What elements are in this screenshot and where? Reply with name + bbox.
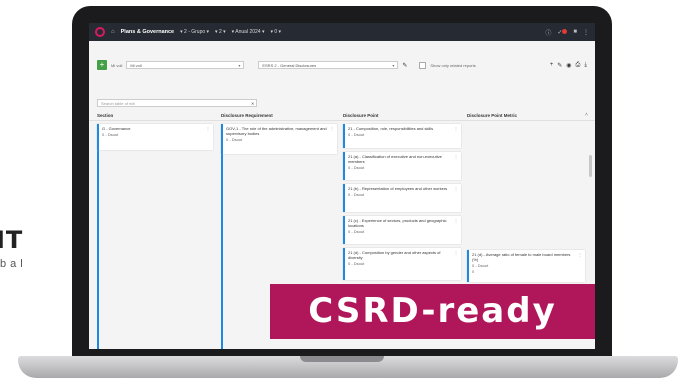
user-menu-icon[interactable]: ⋮ bbox=[583, 29, 589, 36]
edit-filter-icon[interactable]: ✎ bbox=[402, 62, 407, 69]
metric-status: 0 - Dsout bbox=[472, 263, 489, 268]
module-title[interactable]: Plans & Governance bbox=[121, 29, 175, 35]
point-title: 21 (c) - Experience of sectors, products… bbox=[348, 218, 447, 228]
more-options-icon[interactable]: ⋮ bbox=[330, 126, 334, 131]
requirement-card[interactable]: GOV-1 - The role of the administrative, … bbox=[221, 124, 337, 154]
unit-label: Mi voll bbox=[111, 62, 123, 68]
point-status: 0 - Dsout bbox=[348, 165, 365, 170]
more-options-icon[interactable]: ⋮ bbox=[454, 218, 458, 223]
unit-select[interactable]: Mi voll ▾ bbox=[126, 61, 245, 69]
point-title: 21 (d) - Composition by gender and other… bbox=[348, 250, 441, 260]
period-filter[interactable]: ▾ Anual 2024 ▾ bbox=[232, 29, 265, 35]
disclosure-point-card[interactable]: 21 - Composition, role, responsibilities… bbox=[343, 124, 461, 148]
standard-select-value: ESRS 2 - General Disclosures bbox=[262, 63, 317, 68]
column-header-section: Section bbox=[97, 113, 114, 118]
app-logo-icon[interactable] bbox=[95, 27, 105, 37]
home-icon[interactable]: ⌂ bbox=[111, 29, 115, 35]
language-flag-icon[interactable]: ■ bbox=[573, 29, 577, 35]
metric-title: 21 (d) - Average ratio of female to male… bbox=[472, 252, 571, 262]
header-divider bbox=[89, 120, 595, 121]
point-title: 21 (a) - Classification of executive and… bbox=[348, 154, 442, 164]
print-icon[interactable]: ⎙ bbox=[576, 62, 581, 69]
chevron-down-icon: ▾ bbox=[238, 63, 241, 68]
point-status: 0 - Dsout bbox=[348, 192, 365, 197]
search-input[interactable]: Search table of edt bbox=[97, 99, 257, 107]
close-icon[interactable]: ✕ bbox=[251, 101, 254, 106]
add-button[interactable]: + bbox=[97, 60, 107, 70]
more-options-icon[interactable]: ⋮ bbox=[454, 186, 458, 191]
top-nav-bar: ⌂ Plans & Governance ▾ 2 - Grupo ▾ ▾ 2 ▾… bbox=[89, 23, 595, 41]
column-header-metric: Disclosure Point Metric bbox=[467, 113, 518, 118]
column-header-requirement: Disclosure Requirement bbox=[221, 113, 273, 118]
metric-card[interactable]: 21 (d) - Average ratio of female to male… bbox=[467, 250, 585, 282]
standard-select[interactable]: ESRS 2 - General Disclosures ▾ bbox=[258, 61, 399, 69]
more-options-icon[interactable]: ⋮ bbox=[578, 252, 582, 257]
point-status: 0 - Dsout bbox=[348, 229, 365, 234]
level-filter[interactable]: ▾ 2 ▾ bbox=[215, 29, 226, 35]
section-card[interactable]: G - Governance 0 - Dsout ⋮ bbox=[97, 124, 213, 150]
more-options-icon[interactable]: ⋮ bbox=[454, 250, 458, 255]
csrd-ready-banner: CSRD-ready bbox=[270, 284, 595, 339]
vertical-scrollbar[interactable] bbox=[589, 155, 592, 177]
requirement-card-status: 0 - Dsout bbox=[226, 137, 243, 142]
disclosure-point-card[interactable]: 21 (c) - Experience of sectors, products… bbox=[343, 216, 461, 244]
requirement-card-title: GOV-1 - The role of the administrative, … bbox=[226, 126, 327, 136]
section-card-title: G - Governance bbox=[102, 126, 131, 131]
point-title: 21 - Composition, role, responsibilities… bbox=[348, 126, 434, 131]
brand-logo-fragment: IT bbox=[0, 226, 24, 254]
unit-select-value: Mi voll bbox=[130, 63, 142, 68]
metric-extra: 0 bbox=[472, 269, 475, 274]
laptop-notch bbox=[300, 356, 384, 362]
requirement-column-line bbox=[221, 124, 223, 349]
add-icon[interactable]: + bbox=[550, 62, 554, 68]
column-header-point: Disclosure Point bbox=[343, 113, 379, 118]
disclosure-point-card[interactable]: 21 (d) - Composition by gender and other… bbox=[343, 248, 461, 280]
brand-tagline-fragment: bal bbox=[0, 258, 27, 270]
related-reports-label: Show only related reports bbox=[430, 62, 476, 68]
more-options-icon[interactable]: ⋮ bbox=[206, 126, 210, 131]
point-status: 0 - Dsout bbox=[348, 261, 365, 266]
view-icon[interactable]: ◉ bbox=[566, 62, 571, 69]
extra-filter[interactable]: ▾ 0 ▾ bbox=[270, 29, 281, 35]
point-status: 0 - Dsout bbox=[348, 132, 365, 137]
notification-badge bbox=[562, 28, 568, 34]
chevron-down-icon: ▾ bbox=[392, 63, 395, 68]
info-icon[interactable]: ⓘ bbox=[545, 28, 551, 37]
download-icon[interactable]: ⤓ bbox=[584, 62, 587, 69]
section-column-line bbox=[97, 124, 99, 349]
collapse-icon[interactable]: ˄ bbox=[585, 112, 588, 118]
point-title: 21 (b) - Representation of employees and… bbox=[348, 186, 448, 191]
disclosure-point-card[interactable]: 21 (a) - Classification of executive and… bbox=[343, 152, 461, 180]
related-reports-checkbox[interactable] bbox=[419, 61, 427, 69]
more-options-icon[interactable]: ⋮ bbox=[454, 126, 458, 131]
section-card-status: 0 - Dsout bbox=[102, 132, 119, 137]
pencil-icon[interactable]: ✎ bbox=[557, 62, 562, 69]
more-options-icon[interactable]: ⋮ bbox=[454, 154, 458, 159]
entity-filter[interactable]: ▾ 2 - Grupo ▾ bbox=[180, 29, 209, 35]
filter-toolbar: + Mi voll Mi voll ▾ ESRS 2 - General Dis… bbox=[97, 59, 587, 71]
notifications-icon[interactable]: ✓ bbox=[557, 28, 568, 36]
disclosure-point-card[interactable]: 21 (b) - Representation of employees and… bbox=[343, 184, 461, 212]
